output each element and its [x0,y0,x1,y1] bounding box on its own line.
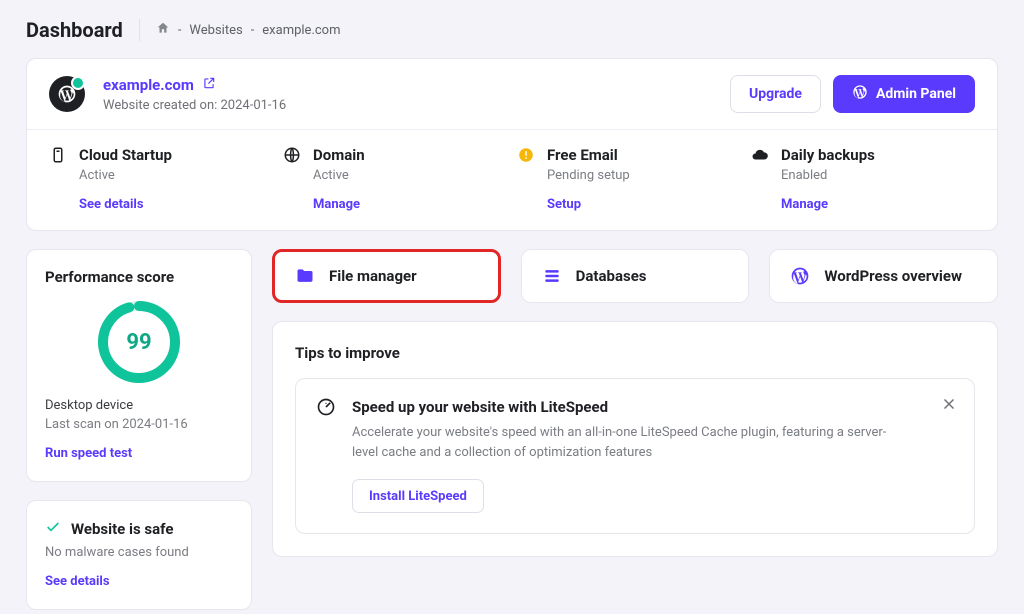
upgrade-button[interactable]: Upgrade [730,75,821,113]
site-created-label: Website created on: 2024-01-16 [103,98,730,113]
speedometer-icon [316,397,336,417]
wordpress-overview-tile[interactable]: WordPress overview [769,249,998,303]
databases-tile[interactable]: Databases [521,249,750,303]
install-litespeed-button[interactable]: Install LiteSpeed [352,479,484,513]
status-email: Free Email Pending setup Setup [517,146,741,212]
breadcrumb: - Websites - example.com [156,21,341,39]
tip-litespeed: Speed up your website with LiteSpeed Acc… [295,378,975,534]
perf-last-scan: Last scan on 2024-01-16 [45,417,233,432]
tips-card: Tips to improve Speed up your website wi… [272,321,998,557]
status-domain: Domain Active Manage [283,146,507,212]
admin-panel-button[interactable]: Admin Panel [833,75,975,113]
wordpress-icon [852,84,868,104]
check-icon [45,519,61,539]
device-icon [49,146,67,164]
divider [139,19,140,41]
file-manager-tile[interactable]: File manager [272,249,501,303]
cloud-icon [751,146,769,164]
close-icon[interactable] [940,395,958,413]
breadcrumb-site[interactable]: example.com [262,23,340,38]
warning-icon [517,146,535,164]
security-see-details-link[interactable]: See details [45,574,110,589]
wordpress-icon [790,266,810,286]
site-overview-card: example.com Website created on: 2024-01-… [26,58,998,231]
page-title: Dashboard [26,18,123,42]
plan-see-details-link[interactable]: See details [79,197,273,212]
run-speed-test-link[interactable]: Run speed test [45,446,132,461]
wordpress-site-icon [49,76,85,112]
backups-manage-link[interactable]: Manage [781,197,975,212]
database-icon [542,266,562,286]
site-name-link[interactable]: example.com [103,76,730,94]
globe-icon [283,146,301,164]
email-setup-link[interactable]: Setup [547,197,741,212]
breadcrumb-websites[interactable]: Websites [189,23,242,38]
domain-manage-link[interactable]: Manage [313,197,507,212]
external-link-icon [202,76,216,94]
perf-device: Desktop device [45,398,233,413]
home-icon[interactable] [156,21,170,39]
performance-gauge: 99 [95,298,183,386]
security-card: Website is safe No malware cases found S… [26,500,252,610]
folder-icon [295,266,315,286]
status-backups: Daily backups Enabled Manage [751,146,975,212]
status-plan: Cloud Startup Active See details [49,146,273,212]
performance-card: Performance score 99 Desktop device Last… [26,249,252,482]
